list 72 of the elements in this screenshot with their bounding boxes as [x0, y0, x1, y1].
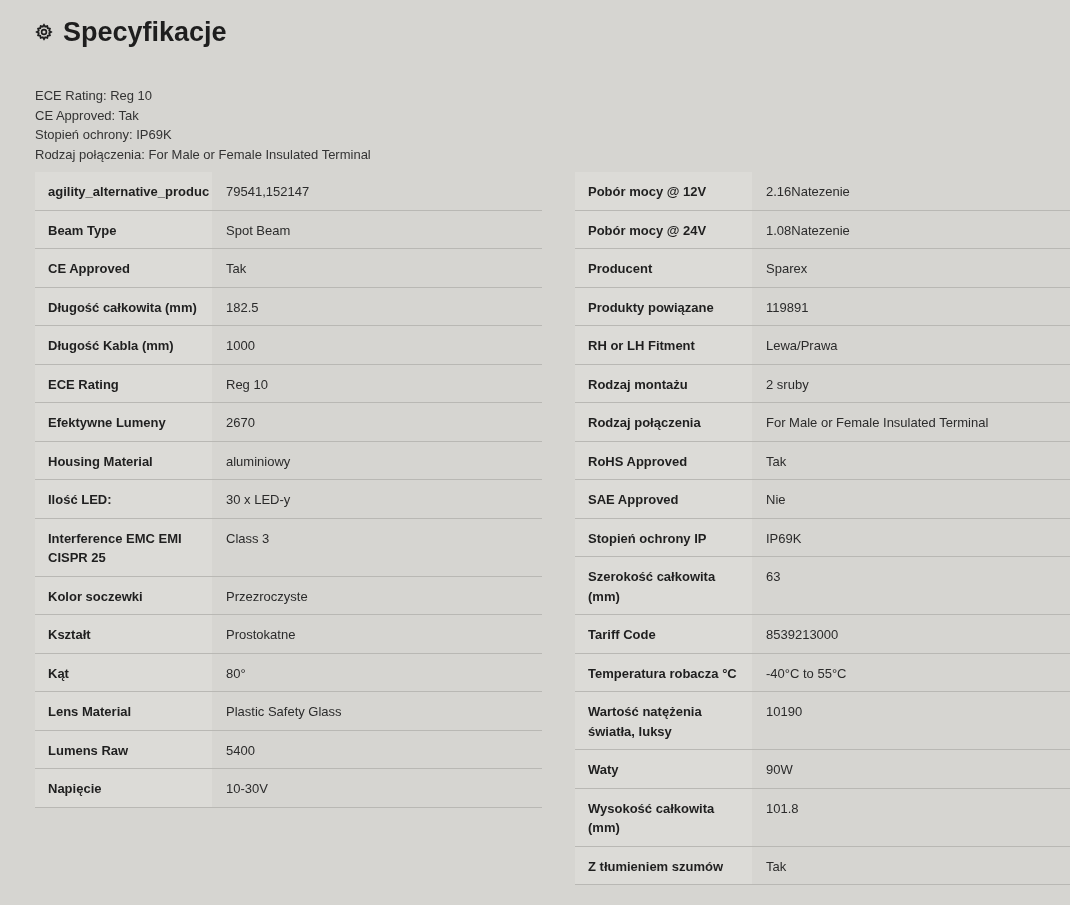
spec-label-cell: Wartość natężenia światła, luksy — [575, 692, 752, 749]
spec-value-cell-text: 119891 — [765, 298, 810, 317]
spec-value-cell-text: 8539213000 — [765, 626, 840, 644]
spec-value-cell-text: Tak — [765, 857, 788, 876]
spec-value-cell-text: Sparex — [765, 260, 809, 278]
spec-value-cell-text: Reg 10 — [225, 375, 269, 394]
summary-line: CE Approved: Tak — [35, 106, 140, 125]
spec-value-cell-text: aluminiowy — [225, 452, 292, 471]
spec-value-cell-text: 30 x LED-y — [225, 491, 292, 509]
spec-label-cell: Napięcie — [35, 769, 212, 807]
spec-label-cell: Rodzaj połączenia — [575, 403, 752, 441]
spec-value-cell-text: For Male or Female Insulated Terminal — [765, 414, 990, 432]
spec-label-cell: Tariff Code — [575, 615, 752, 653]
gear-icon — [35, 23, 53, 41]
spec-label-cell: Produkty powiązane — [575, 287, 752, 325]
spec-value-cell-text: 2 sruby — [765, 375, 810, 394]
spec-value-cell-text: 10-30V — [225, 780, 269, 798]
spec-label-cell: Rodzaj montażu — [575, 364, 752, 402]
spec-value-cell-text: Class 3 — [225, 529, 271, 548]
spec-label-cell: Kolor soczewki — [35, 576, 212, 614]
spec-value-cell-text: 80° — [225, 664, 247, 683]
spec-label-cell: Efektywne Lumeny — [35, 403, 212, 441]
spec-label-cell: Waty — [575, 750, 752, 788]
spec-label-cell: Housing Material — [35, 441, 212, 479]
summary-line: ECE Rating: Reg 10 — [35, 87, 154, 105]
spec-label-cell: RH or LH Fitment — [575, 326, 752, 364]
spec-value-cell-text: 2670 — [225, 414, 256, 432]
spec-value-cell-text: Przezroczyste — [225, 587, 309, 606]
spec-value-cell-text: 5400 — [225, 741, 256, 760]
spec-value-cell-text: Nie — [765, 491, 787, 509]
spec-value-cell-text: -40°C to 55°C — [765, 664, 848, 683]
summary-line: Stopień ochrony: IP69K — [35, 126, 173, 144]
spec-label-cell: CE Approved — [35, 249, 212, 287]
spec-label-cell: Szerokość całkowita (mm) — [575, 557, 752, 614]
spec-label-cell: Beam Type — [35, 210, 212, 248]
spec-label-cell: Pobór mocy @ 12V — [575, 172, 752, 210]
spec-value-cell-text: Lewa/Prawa — [765, 337, 839, 355]
spec-label-cell: Interference EMC EMI CISPR 25 — [35, 518, 212, 576]
spec-label-cell: Temperatura robacza °C — [575, 653, 752, 691]
spec-value-cell-text: Spot Beam — [225, 221, 292, 240]
spec-label-cell: Kształt — [35, 615, 212, 653]
spec-label-cell: agility_alternative_produc — [35, 172, 212, 210]
spec-value-cell-text: Tak — [765, 452, 788, 471]
spec-value-cell-text: IP69K — [765, 529, 803, 548]
spec-label-cell: Lens Material — [35, 692, 212, 730]
spec-value-cell-text: 2.16Natezenie — [765, 183, 851, 201]
spec-label-cell: Z tłumieniem szumów — [575, 846, 752, 884]
spec-value-cell-text: 101.8 — [765, 799, 800, 818]
spec-value-cell-text: 1000 — [225, 337, 256, 355]
spec-label-cell: Stopień ochrony IP — [575, 518, 752, 556]
spec-value-cell-text: Plastic Safety Glass — [225, 703, 343, 721]
spec-label-cell: Producent — [575, 249, 752, 287]
summary-line: Rodzaj połączenia: For Male or Female Insulated Terminal — [35, 145, 372, 164]
spec-value-cell-text: Prostokatne — [225, 626, 297, 644]
spec-label-cell: Lumens Raw — [35, 730, 212, 768]
spec-value-cell-text: 79541,152147 — [225, 183, 311, 201]
spec-value-cell-text: 1.08Natezenie — [765, 221, 851, 240]
spec-label-cell: Kąt — [35, 653, 212, 691]
spec-label-cell: Pobór mocy @ 24V — [575, 210, 752, 248]
spec-label-cell: Wysokość całkowita (mm) — [575, 788, 752, 846]
spec-value-cell-text: 182.5 — [225, 298, 260, 317]
spec-label-cell: RoHS Approved — [575, 441, 752, 479]
spec-label-cell: SAE Approved — [575, 480, 752, 518]
section-title: Specyfikacje — [63, 16, 227, 48]
spec-value-cell-text: 63 — [765, 568, 782, 586]
spec-label-cell: ECE Rating — [35, 364, 212, 402]
spec-value-cell-text: 90W — [765, 761, 794, 779]
spec-label-cell: Długość całkowita (mm) — [35, 287, 212, 325]
spec-value-cell-text: Tak — [225, 260, 248, 278]
spec-value-cell-text: 10190 — [765, 703, 804, 721]
spec-label-cell: Długość Kabla (mm) — [35, 326, 212, 364]
spec-label-cell: Ilość LED: — [35, 480, 212, 518]
